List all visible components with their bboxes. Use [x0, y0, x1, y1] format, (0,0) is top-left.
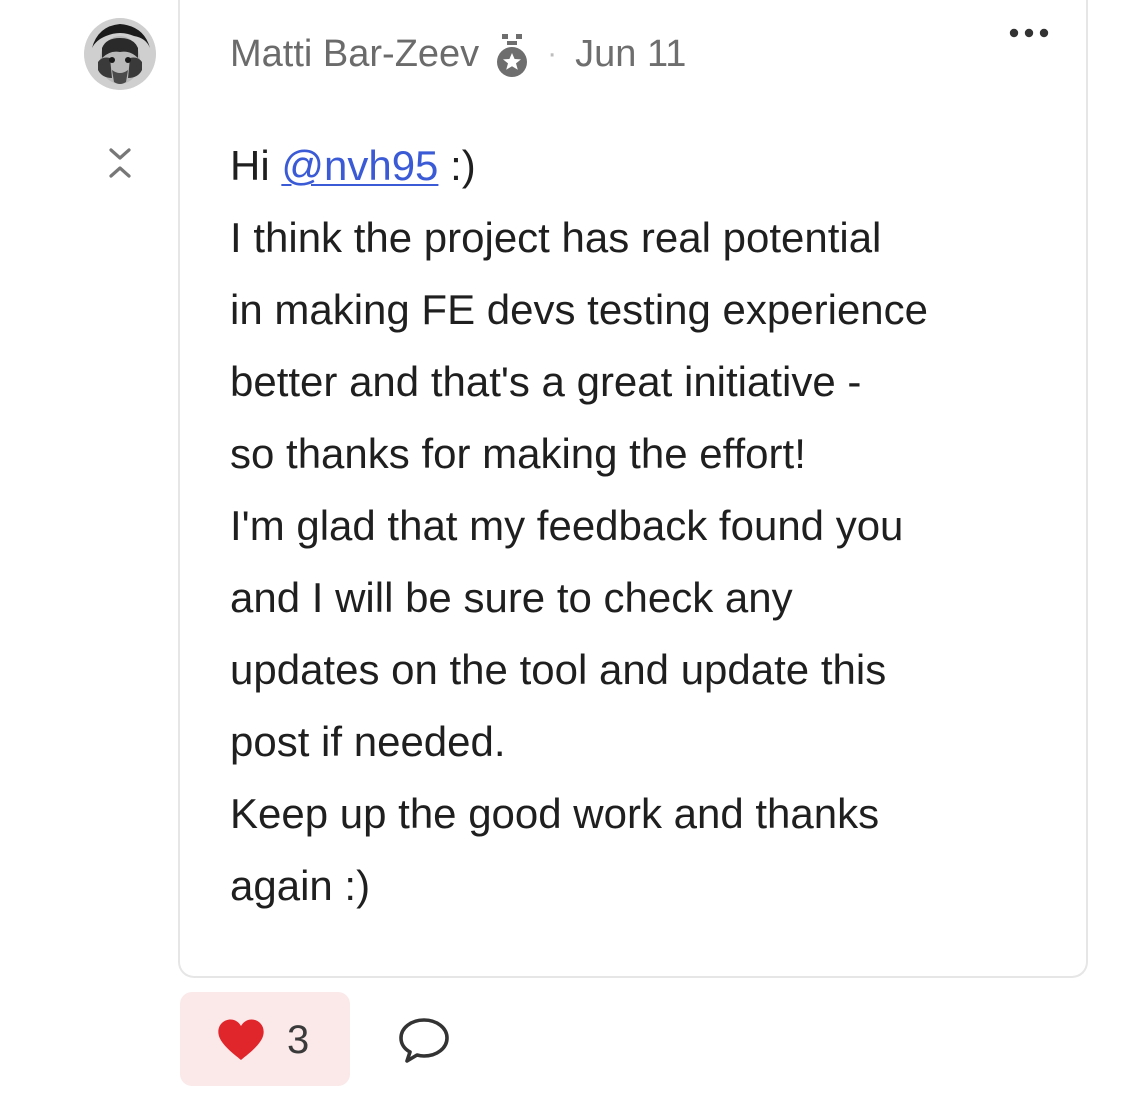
- greeting-prefix: Hi: [230, 142, 282, 189]
- speech-bubble-icon: [399, 1018, 449, 1063]
- post-date[interactable]: Jun 11: [575, 33, 686, 76]
- like-count: 3: [287, 1018, 310, 1062]
- author-name[interactable]: Matti Bar-Zeev: [230, 33, 479, 76]
- more-options-icon[interactable]: [1005, 18, 1053, 48]
- post-body: Hi @nvh95 :) I think the project has rea…: [230, 130, 1070, 922]
- avatar[interactable]: [84, 18, 156, 90]
- greeting-line: Hi @nvh95 :): [230, 130, 1070, 202]
- greeting-suffix: :): [438, 142, 476, 189]
- post-meta: Matti Bar-Zeev · Jun 11: [230, 28, 686, 80]
- avatar-image: [84, 18, 156, 90]
- body-line: better and that's a great initiative -: [230, 358, 862, 405]
- collapse-expand-icon[interactable]: [100, 142, 142, 186]
- reply-button[interactable]: [396, 1016, 452, 1066]
- body-line: again :): [230, 862, 371, 909]
- user-mention-link[interactable]: @nvh95: [281, 142, 438, 189]
- body-line: in making FE devs testing experience: [230, 286, 929, 333]
- meta-separator: ·: [547, 37, 558, 70]
- body-line: I think the project has real potential: [230, 214, 882, 261]
- body-line: updates on the tool and update this: [230, 646, 887, 693]
- body-line: post if needed.: [230, 718, 506, 765]
- heart-icon: [216, 1018, 266, 1062]
- like-button[interactable]: [180, 992, 350, 1086]
- body-line: so thanks for making the effort!: [230, 430, 806, 477]
- body-line: Keep up the good work and thanks: [230, 790, 880, 837]
- body-line: and I will be sure to check any: [230, 574, 793, 621]
- post-page: Matti Bar-Zeev · Jun 11 Hi @nvh95 :) I t…: [0, 0, 1125, 1098]
- body-line: I'm glad that my feedback found you: [230, 502, 904, 549]
- medal-badge-icon[interactable]: [493, 32, 531, 80]
